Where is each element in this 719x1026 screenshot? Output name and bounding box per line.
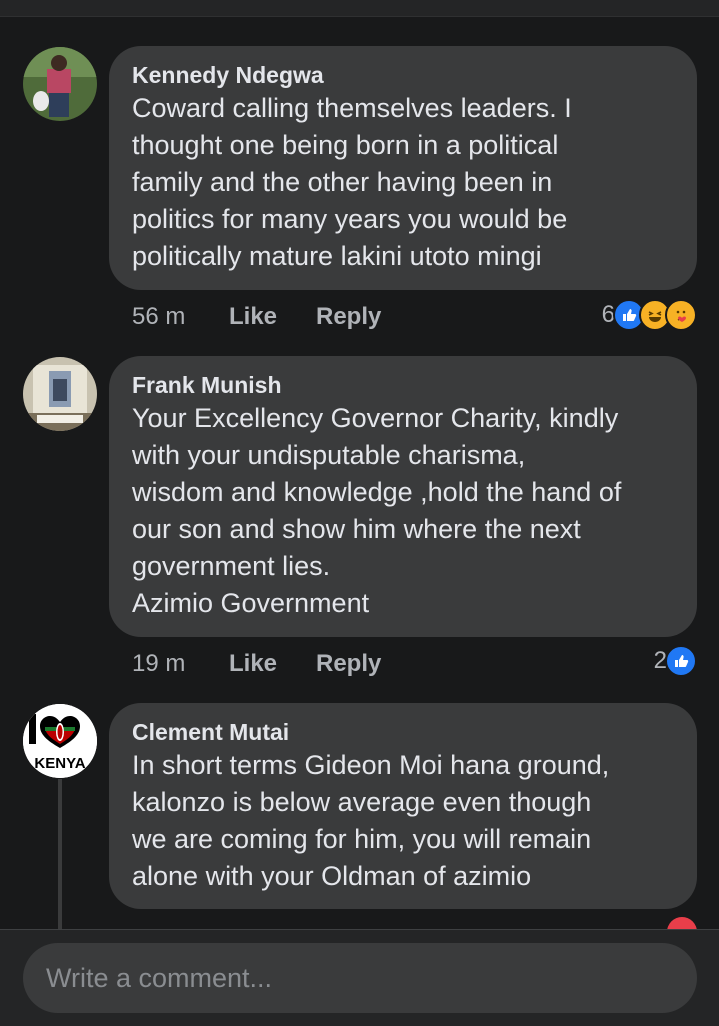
- top-bar: [0, 0, 719, 17]
- comment-author[interactable]: Frank Munish: [132, 370, 675, 400]
- comment-bubble: Clement Mutai In short terms Gideon Moi …: [109, 703, 697, 909]
- avatar-photo-icon: [23, 357, 97, 431]
- comment-time[interactable]: 56 m: [132, 303, 185, 331]
- comment-time[interactable]: 19 m: [132, 650, 185, 678]
- reaction-summary[interactable]: 2: [654, 645, 697, 677]
- like-button[interactable]: Like: [229, 650, 277, 678]
- reply-button[interactable]: Reply: [316, 303, 381, 331]
- avatar[interactable]: KENYA: [23, 704, 97, 778]
- comment-text: Coward calling themselves leaders. I tho…: [132, 93, 572, 271]
- comment-author[interactable]: Clement Mutai: [132, 717, 675, 747]
- reply-button[interactable]: Reply: [316, 650, 381, 678]
- like-reaction-icon: [665, 645, 697, 677]
- comment-bubble: Frank Munish Your Excellency Governor Ch…: [109, 356, 697, 637]
- comment-author[interactable]: Kennedy Ndegwa: [132, 60, 675, 90]
- comment-bubble: Kennedy Ndegwa Coward calling themselves…: [109, 46, 697, 290]
- kenya-avatar-icon: KENYA: [23, 704, 97, 778]
- care-reaction-icon: [665, 299, 697, 331]
- avatar-lettering: KENYA: [34, 755, 85, 772]
- comments-list: Kennedy Ndegwa Coward calling themselves…: [0, 17, 719, 929]
- avatar[interactable]: [23, 357, 97, 431]
- reaction-summary[interactable]: 6: [602, 299, 697, 331]
- like-button[interactable]: Like: [229, 303, 277, 331]
- reply-thread-line: [58, 779, 62, 929]
- comment-composer: [0, 929, 719, 1026]
- comment-input[interactable]: [23, 943, 697, 1013]
- comment-text: Your Excellency Governor Charity, kindly…: [132, 403, 622, 618]
- avatar[interactable]: [23, 47, 97, 121]
- avatar-photo-icon: [23, 47, 97, 121]
- heart-reaction-icon: [667, 917, 697, 929]
- comment-text: In short terms Gideon Moi hana ground, k…: [132, 750, 610, 891]
